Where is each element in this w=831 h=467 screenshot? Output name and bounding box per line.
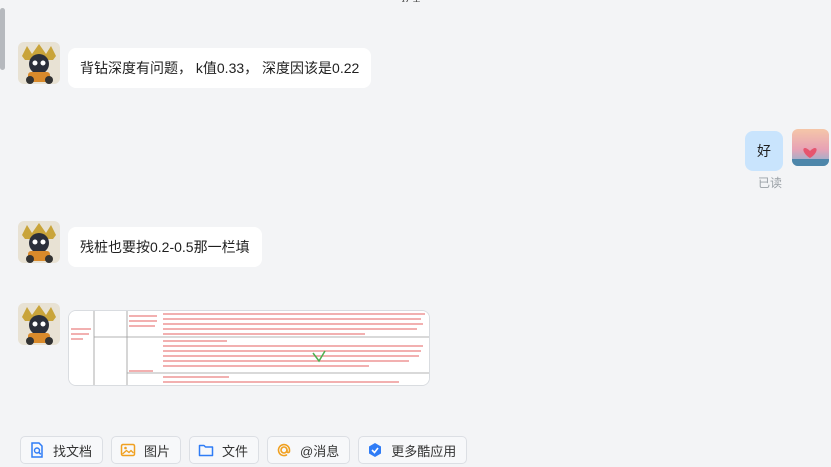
message-bubble[interactable]: 残桩也要按0.2-0.5那一栏填	[68, 227, 262, 267]
at-message-button[interactable]: @消息	[267, 436, 351, 464]
scrollbar-thumb[interactable]	[0, 8, 5, 70]
input-toolbar: 找文档 图片 文件 @消息 更多酷应用	[20, 436, 468, 466]
image-button[interactable]: 图片	[111, 436, 182, 464]
message-bubble[interactable]: 背钻深度有问题， k值0.33， 深度因该是0.22	[68, 48, 372, 88]
image-message[interactable]	[68, 310, 430, 386]
chat-area: 安全 背钻深度有问题， k值0.33， 深度因该是0.22 好	[0, 0, 831, 467]
folder-icon	[198, 442, 214, 458]
sender-avatar[interactable]	[18, 42, 60, 84]
at-message-label: @消息	[300, 443, 340, 459]
apps-icon	[367, 442, 383, 458]
my-message-bubble[interactable]: 好	[745, 131, 783, 171]
find-docs-button[interactable]: 找文档	[20, 436, 104, 464]
doc-search-icon	[29, 442, 45, 458]
read-status: 已读	[758, 176, 783, 190]
more-apps-label: 更多酷应用	[391, 443, 457, 459]
file-button[interactable]: 文件	[189, 436, 260, 464]
chat-title: 安全	[400, 0, 460, 2]
image-icon	[120, 442, 136, 458]
sender-avatar[interactable]	[18, 221, 60, 263]
more-apps-button[interactable]: 更多酷应用	[358, 436, 468, 464]
at-icon	[276, 442, 292, 458]
file-label: 文件	[222, 443, 249, 459]
my-avatar[interactable]	[792, 129, 829, 166]
sender-avatar[interactable]	[18, 303, 60, 345]
image-label: 图片	[144, 443, 171, 459]
find-docs-label: 找文档	[53, 443, 93, 459]
